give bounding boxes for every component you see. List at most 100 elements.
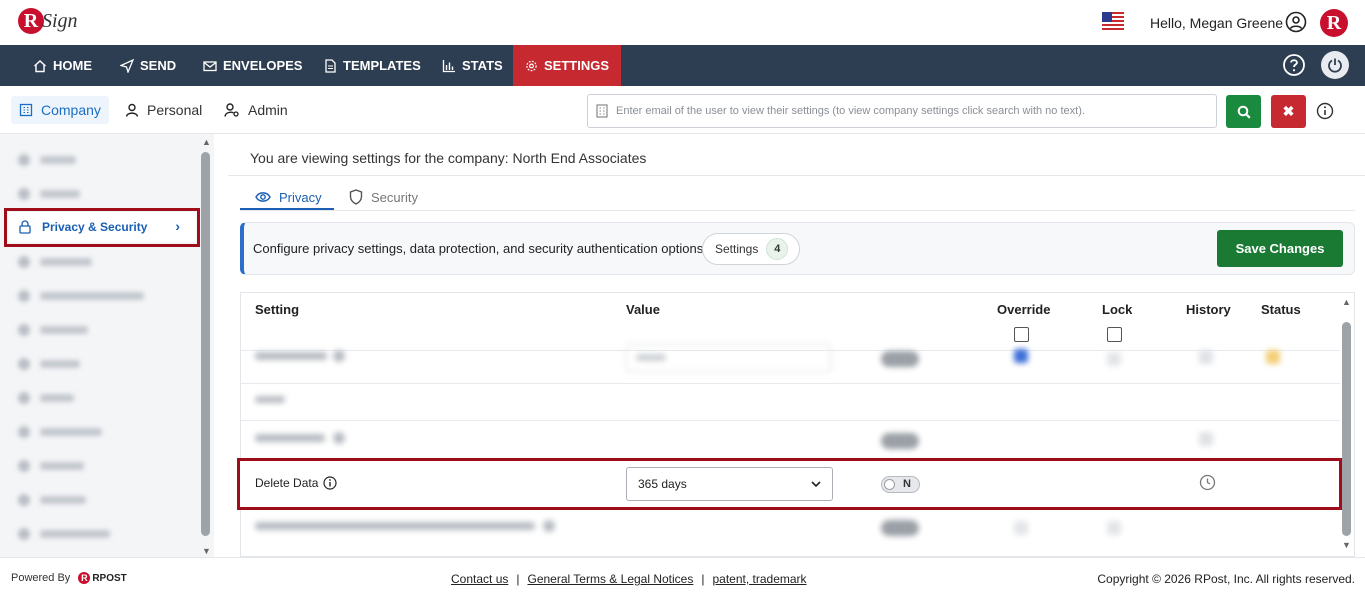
highlight-privacy-security (4, 208, 200, 247)
user-greeting: Hello, Megan Greene (1150, 15, 1284, 31)
delete-data-label: Delete Data (255, 476, 319, 490)
logo-letter: R (18, 8, 44, 34)
uk-flag-icon[interactable] (1102, 12, 1124, 32)
nav-envelopes[interactable]: ENVELOPES (191, 45, 314, 86)
settings-count-pill: Settings 4 (702, 233, 800, 265)
user-profile-icon[interactable] (1285, 11, 1307, 33)
info-icon[interactable] (1316, 102, 1334, 120)
template-icon (325, 58, 336, 73)
eye-icon (255, 192, 271, 202)
settings-table (240, 292, 1355, 557)
sidebar-item-blurred[interactable] (18, 253, 92, 271)
terms-link[interactable]: General Terms & Legal Notices (528, 572, 694, 586)
nav-send-label: SEND (140, 58, 177, 73)
delete-data-select[interactable]: 365 days (626, 467, 833, 501)
column-header-value: Value (626, 302, 660, 317)
nav-home[interactable]: HOME (21, 45, 104, 86)
tab-privacy[interactable]: Privacy (255, 184, 322, 210)
nav-stats-label: STATS (462, 58, 503, 73)
sidebar-scroll-up-icon[interactable]: ▲ (202, 137, 211, 147)
nav-settings-label: SETTINGS (543, 58, 609, 73)
person-icon (125, 103, 139, 117)
logout-button[interactable] (1321, 51, 1349, 79)
column-header-status: Status (1261, 302, 1301, 317)
row-divider (241, 383, 1340, 384)
sidebar-item-blurred[interactable] (18, 457, 84, 475)
tab-personal[interactable]: Personal (117, 96, 210, 124)
tab-company-label: Company (41, 102, 101, 118)
lock-all-checkbox[interactable] (1107, 327, 1122, 342)
tab-privacy-label: Privacy (279, 189, 322, 205)
info-icon[interactable] (323, 476, 337, 490)
powered-by-label: Powered By (11, 572, 71, 584)
column-header-history: History (1186, 302, 1231, 317)
tab-admin-label: Admin (248, 102, 288, 118)
table-scroll-up-icon[interactable]: ▲ (1342, 297, 1351, 307)
footer-links: Contact us | General Terms & Legal Notic… (451, 572, 807, 586)
delete-data-toggle[interactable]: N (881, 476, 920, 493)
toggle-knob (884, 479, 895, 490)
nav-templates-label: TEMPLATES (343, 58, 421, 73)
clear-search-button[interactable]: ✖ (1271, 95, 1306, 128)
main-nav: HOME SEND ENVELOPES TEMPLATES STATS SETT… (0, 45, 1365, 86)
row-divider (241, 420, 1340, 421)
help-icon[interactable] (1282, 53, 1306, 77)
rsign-logo[interactable]: R Sign (18, 6, 82, 40)
tab-admin[interactable]: Admin (216, 96, 296, 124)
separator: | (516, 572, 520, 586)
sidebar-item-blurred[interactable] (18, 151, 76, 169)
table-scroll-down-icon[interactable]: ▼ (1342, 540, 1351, 550)
gear-icon (526, 60, 537, 71)
logo-text: Sign (42, 10, 78, 32)
nav-envelopes-label: ENVELOPES (223, 58, 303, 73)
sidebar-item-blurred[interactable] (18, 321, 88, 339)
nav-stats[interactable]: STATS (430, 45, 515, 86)
sidebar-item-blurred[interactable] (18, 389, 74, 407)
building-search-icon (596, 104, 608, 118)
user-search-box[interactable] (587, 94, 1217, 128)
rpost-logo-text: RPOST (92, 572, 127, 584)
clock-history-icon[interactable] (1199, 474, 1216, 491)
nav-templates[interactable]: TEMPLATES (311, 45, 433, 86)
info-banner-text: Configure privacy settings, data protect… (253, 241, 707, 256)
stats-icon (442, 59, 455, 72)
toggle-label: N (903, 478, 911, 490)
viewing-context-text: You are viewing settings for the company… (250, 150, 647, 166)
tab-security[interactable]: Security (349, 184, 418, 210)
settings-pill-label: Settings (715, 242, 759, 256)
rpost-logo-mark-icon: R (78, 572, 91, 584)
settings-sidebar: Privacy & Security › (0, 134, 214, 557)
rpost-logo[interactable]: R RPOST (78, 572, 127, 584)
nav-send[interactable]: SEND (108, 45, 188, 86)
save-changes-button[interactable]: Save Changes (1217, 230, 1343, 267)
building-icon (19, 103, 33, 117)
sidebar-item-blurred[interactable] (18, 185, 80, 203)
tab-personal-label: Personal (147, 102, 203, 118)
copyright-text: Copyright © 2026 RPost, Inc. All rights … (1097, 572, 1355, 586)
column-header-setting: Setting (255, 302, 300, 317)
powered-by: Powered By R RPOST (11, 572, 127, 584)
active-tab-indicator (240, 208, 334, 210)
rpost-brand-icon[interactable]: R (1320, 9, 1348, 37)
settings-subheader: Company Personal Admin ✖ (0, 86, 1365, 134)
sidebar-item-blurred[interactable] (18, 491, 86, 509)
power-icon (1328, 58, 1342, 73)
column-header-override: Override (997, 302, 1051, 317)
sidebar-item-blurred[interactable] (18, 423, 102, 441)
sidebar-item-blurred[interactable] (18, 525, 110, 543)
contact-us-link[interactable]: Contact us (451, 572, 508, 586)
sidebar-item-blurred[interactable] (18, 355, 80, 373)
search-button[interactable] (1226, 95, 1261, 128)
table-scrollbar[interactable] (1342, 322, 1351, 536)
sidebar-scroll-down-icon[interactable]: ▼ (202, 546, 211, 556)
tab-company[interactable]: Company (11, 96, 109, 124)
sidebar-scrollbar[interactable] (201, 152, 210, 536)
user-email-input[interactable] (616, 105, 1216, 117)
divider (228, 175, 1365, 176)
nav-settings[interactable]: SETTINGS (513, 45, 621, 86)
patent-trademark-link[interactable]: patent, trademark (712, 572, 806, 586)
sidebar-item-blurred[interactable] (18, 287, 144, 305)
column-header-lock: Lock (1102, 302, 1133, 317)
override-all-checkbox[interactable] (1014, 327, 1029, 342)
footer: Powered By R RPOST Contact us | General … (0, 557, 1365, 595)
